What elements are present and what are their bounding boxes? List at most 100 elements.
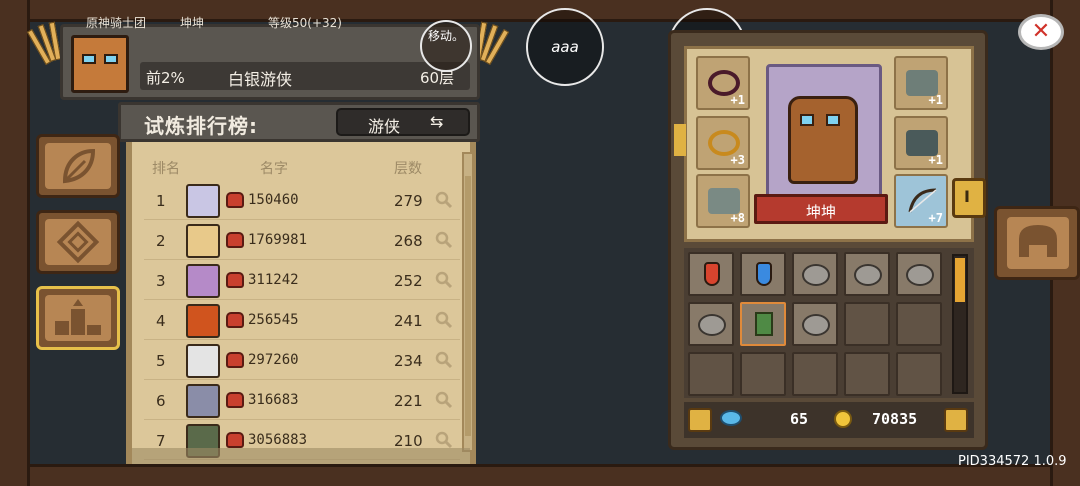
player-avatar-icon — [186, 384, 220, 418]
swap-icon: ⇆ — [430, 112, 444, 131]
magnifier-icon[interactable] — [434, 310, 454, 330]
slot-upgrade: +8 — [730, 211, 745, 225]
magnifier-icon[interactable] — [434, 430, 454, 450]
equip-slot-boots[interactable]: +8 — [696, 174, 750, 228]
aaa-circle-label: aaa — [551, 38, 579, 56]
goggle-icon — [826, 114, 840, 126]
podium-icon — [45, 295, 111, 341]
helmet-side-button[interactable] — [994, 206, 1080, 280]
inventory-slot[interactable] — [688, 252, 734, 296]
frame-left — [0, 0, 30, 486]
leaderboard-title: 试炼排行榜: — [144, 114, 258, 138]
player-avatar-icon — [186, 304, 220, 338]
lock-icon[interactable] — [688, 408, 712, 432]
inventory-slot-empty[interactable] — [792, 352, 838, 396]
leaderboard-row[interactable]: 2 1769981 268 — [144, 222, 460, 260]
stone-icon — [906, 264, 934, 286]
leaderboard-scroll-thumb[interactable] — [465, 176, 471, 436]
leaderboard-row[interactable]: 5 297260 234 — [144, 342, 460, 380]
crown-badge-icon — [226, 232, 244, 248]
player-rank-percent: 前2% — [146, 69, 185, 87]
aaa-circle[interactable]: aaa — [526, 8, 604, 86]
slot-upgrade: +3 — [730, 153, 745, 167]
grid-icon[interactable] — [944, 408, 968, 432]
equip-slot-armor[interactable]: +1 — [894, 116, 948, 170]
player-level: 等级50(+32) — [268, 16, 342, 30]
inventory-slot-empty[interactable] — [688, 352, 734, 396]
inventory-slot-empty[interactable] — [740, 352, 786, 396]
x-icon: ✕ — [1031, 19, 1051, 44]
inventory-scrollbar[interactable] — [952, 254, 968, 394]
inventory-slot[interactable] — [844, 252, 890, 296]
inventory-slot-empty[interactable] — [896, 302, 942, 346]
inventory-slot[interactable] — [688, 302, 734, 346]
magnifier-icon[interactable] — [434, 270, 454, 290]
player-name: 坤坤 — [180, 16, 205, 30]
inventory-slot-empty[interactable] — [844, 302, 890, 346]
crown-badge-icon — [226, 352, 244, 368]
row-name: 316683 — [248, 392, 299, 408]
hero-name-ribbon: 坤坤 — [754, 194, 888, 224]
close-button[interactable]: ✕ — [1018, 14, 1064, 50]
leaderboard-scrollbar[interactable] — [462, 152, 474, 452]
row-floor: 252 — [394, 272, 423, 290]
move-circle-small[interactable]: 移动。 — [420, 20, 472, 72]
magnifier-icon[interactable] — [434, 230, 454, 250]
leaderboard-row[interactable]: 6 316683 221 — [144, 382, 460, 420]
equip-slot-weapon[interactable]: +1 — [696, 56, 750, 110]
coin-icon — [834, 410, 852, 428]
red-potion-icon — [704, 262, 720, 286]
leaderboard-row[interactable]: 3 311242 252 — [144, 262, 460, 300]
inventory-scroll-thumb[interactable] — [955, 258, 965, 302]
row-rank: 6 — [156, 392, 166, 410]
stone-icon — [802, 314, 830, 336]
player-guild: 原神骑士团 — [86, 16, 147, 30]
sidenav-weapon-button[interactable] — [36, 210, 120, 274]
inventory-slot[interactable] — [896, 252, 942, 296]
slot-upgrade: +7 — [928, 211, 943, 225]
slot-upgrade: +1 — [928, 153, 943, 167]
row-floor: 241 — [394, 312, 423, 330]
class-switch-button[interactable]: 游侠 ⇆ — [336, 108, 470, 136]
player-title: 白银游侠 — [228, 70, 293, 89]
magnifier-icon[interactable] — [434, 390, 454, 410]
stone-icon — [802, 264, 830, 286]
sidenav-ranking-button[interactable] — [36, 286, 120, 350]
move-circle-small-label: 移动。 — [427, 29, 464, 43]
leaderboard-row[interactable]: 4 256545 241 — [144, 302, 460, 340]
inventory-slot[interactable] — [792, 302, 838, 346]
leaderboard-row[interactable]: 1 150460 279 — [144, 182, 460, 220]
row-rank: 2 — [156, 232, 166, 250]
row-name: 256545 — [248, 312, 299, 328]
column-rank: 排名 — [152, 161, 180, 177]
diamond-icon — [45, 219, 111, 265]
panel-tab-button[interactable]: I — [952, 178, 986, 218]
inventory-slot[interactable] — [792, 252, 838, 296]
equip-slot-helmet[interactable]: +1 — [894, 56, 948, 110]
inventory-slot-selected[interactable] — [740, 302, 786, 346]
crown-badge-icon — [226, 192, 244, 208]
magnifier-icon[interactable] — [434, 190, 454, 210]
equip-slot-necklace[interactable]: +3 — [696, 116, 750, 170]
crown-badge-icon — [226, 272, 244, 288]
row-rank: 3 — [156, 272, 166, 290]
inventory-slot-empty[interactable] — [896, 352, 942, 396]
player-avatar-icon — [186, 264, 220, 298]
row-rank: 5 — [156, 352, 166, 370]
player-avatar — [71, 35, 129, 93]
row-floor: 268 — [394, 232, 423, 250]
equip-slot-bow[interactable]: +7 — [894, 174, 948, 228]
player-avatar-icon — [186, 184, 220, 218]
inventory-slot-empty[interactable] — [844, 352, 890, 396]
crown-badge-icon — [226, 312, 244, 328]
coin-count: 70835 — [872, 410, 918, 428]
row-floor: 234 — [394, 352, 423, 370]
stone-icon — [698, 314, 726, 336]
slot-upgrade: +1 — [730, 93, 745, 107]
class-switch-label: 游侠 — [368, 117, 401, 136]
sidenav-talent-button[interactable] — [36, 134, 120, 198]
row-rank: 4 — [156, 312, 166, 330]
magnifier-icon[interactable] — [434, 350, 454, 370]
blue-potion-icon — [756, 262, 772, 286]
inventory-slot[interactable] — [740, 252, 786, 296]
